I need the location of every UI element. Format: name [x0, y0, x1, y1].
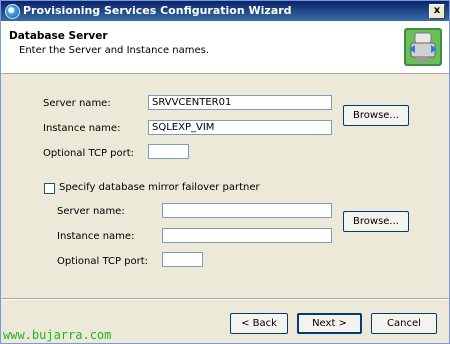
app-icon [5, 4, 20, 19]
instance-name-label: Instance name: [43, 123, 121, 134]
next-button[interactable]: Next > [297, 313, 362, 334]
mirror-server-name-label: Server name: [57, 206, 125, 217]
browse-button[interactable]: Browse... [343, 105, 409, 126]
title-bar: Provisioning Services Configuration Wiza… [1, 1, 449, 21]
back-button[interactable]: < Back [230, 313, 288, 334]
mirror-checkbox-label: Specify database mirror failover partner [59, 182, 260, 193]
wizard-window: Provisioning Services Configuration Wiza… [0, 0, 450, 344]
mirror-instance-name-label: Instance name: [57, 231, 135, 242]
tcp-port-input[interactable] [148, 144, 189, 159]
wizard-header: Database Server Enter the Server and Ins… [1, 21, 449, 74]
page-title: Database Server [9, 30, 108, 42]
mirror-tcp-port-input[interactable] [162, 252, 203, 267]
server-name-label: Server name: [43, 98, 111, 109]
page-subtitle: Enter the Server and Instance names. [19, 45, 210, 56]
mirror-browse-button[interactable]: Browse... [343, 211, 409, 232]
mirror-tcp-port-label: Optional TCP port: [57, 256, 149, 267]
close-icon[interactable]: x [429, 4, 445, 19]
mirror-checkbox[interactable] [44, 183, 55, 194]
cancel-button[interactable]: Cancel [371, 313, 437, 334]
watermark: www.bujarra.com [3, 328, 112, 342]
mirror-server-name-input[interactable] [162, 203, 332, 218]
tcp-port-label: Optional TCP port: [43, 148, 135, 159]
instance-name-input[interactable]: SQLEXP_VIM [148, 120, 332, 135]
database-server-icon [404, 28, 442, 66]
server-name-input[interactable]: SRVVCENTER01 [148, 95, 332, 110]
mirror-instance-name-input[interactable] [162, 228, 332, 243]
window-title: Provisioning Services Configuration Wiza… [23, 4, 292, 17]
footer-divider [1, 298, 449, 300]
